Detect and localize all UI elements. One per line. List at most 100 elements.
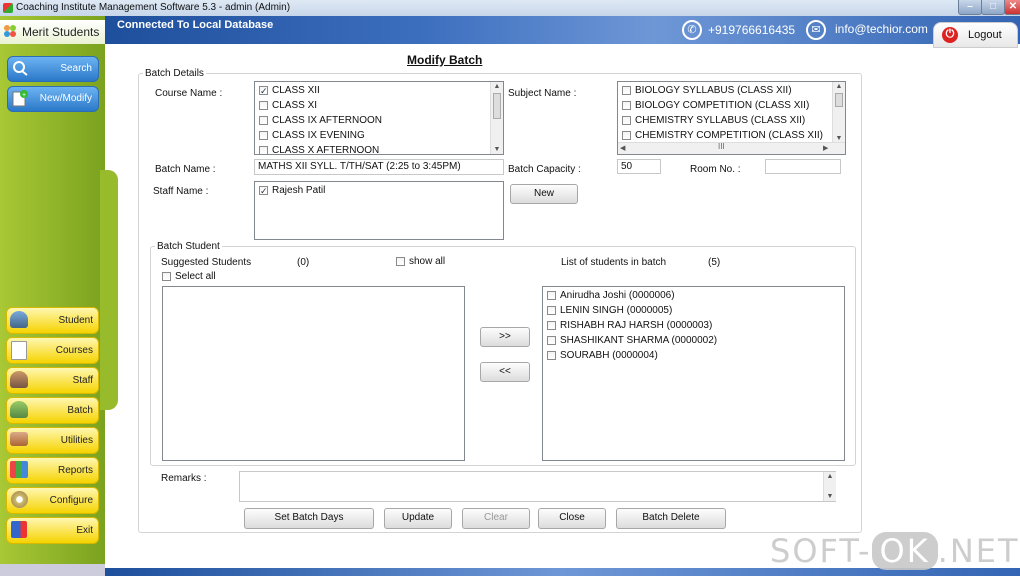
course-name-label: Course Name : xyxy=(155,88,223,99)
minimize-button[interactable]: – xyxy=(958,0,982,15)
checkbox-icon[interactable] xyxy=(162,271,171,281)
window-title-bar: Coaching Institute Management Software 5… xyxy=(0,0,1020,17)
sidebar-item-utilities[interactable]: Utilities xyxy=(6,427,99,454)
window-title: Coaching Institute Management Software 5… xyxy=(16,2,291,13)
search-button[interactable]: Search xyxy=(7,56,99,82)
new-staff-button[interactable]: New xyxy=(510,184,578,204)
student-item-label: RISHABH RAJ HARSH (0000003) xyxy=(560,320,713,331)
subject-hscrollbar[interactable]: ◀ III ▶ xyxy=(618,142,845,154)
batch-students-list[interactable]: Anirudha Joshi (0000006) LENIN SINGH (000… xyxy=(542,286,845,461)
checkbox-icon[interactable] xyxy=(547,305,556,315)
scroll-right-icon[interactable]: ▶ xyxy=(823,144,828,153)
checkbox-icon[interactable] xyxy=(396,256,405,266)
subject-item[interactable]: BIOLOGY COMPETITION (CLASS XII) xyxy=(618,98,845,113)
checkbox-icon[interactable] xyxy=(547,290,556,300)
checkbox-icon[interactable] xyxy=(259,184,268,199)
remove-from-batch-button[interactable]: << xyxy=(480,362,530,382)
student-item[interactable]: Anirudha Joshi (0000006) xyxy=(543,288,844,303)
checkbox-icon[interactable] xyxy=(259,100,268,110)
checkbox-icon[interactable] xyxy=(259,84,268,99)
course-scrollbar[interactable]: ▲ ▼ xyxy=(490,82,503,154)
batch-name-input[interactable]: MATHS XII SYLL. T/TH/SAT (2:25 to 3:45PM… xyxy=(254,159,504,175)
subject-list[interactable]: BIOLOGY SYLLABUS (CLASS XII) BIOLOGY COMP… xyxy=(617,81,846,155)
staff-list[interactable]: Rajesh Patil xyxy=(254,181,504,240)
batch-capacity-input[interactable]: 50 xyxy=(617,159,661,174)
course-item[interactable]: CLASS XI xyxy=(255,98,503,113)
scroll-down-icon[interactable]: ▼ xyxy=(491,145,503,154)
remarks-input[interactable] xyxy=(239,471,836,502)
course-item[interactable]: CLASS IX AFTERNOON xyxy=(255,113,503,128)
batch-delete-button[interactable]: Batch Delete xyxy=(616,508,726,529)
checkbox-icon[interactable] xyxy=(622,130,631,140)
sidebar-item-batch[interactable]: Batch xyxy=(6,397,99,424)
staff-item-label: Rajesh Patil xyxy=(272,185,326,196)
reports-icon xyxy=(10,461,28,478)
gear-icon xyxy=(11,491,28,508)
scroll-down-icon[interactable]: ▼ xyxy=(824,492,836,501)
course-item[interactable]: CLASS X AFTERNOON xyxy=(255,143,503,154)
checkbox-icon[interactable] xyxy=(622,85,631,95)
toolbox-icon xyxy=(10,432,28,446)
checkbox-icon[interactable] xyxy=(259,145,268,154)
add-to-batch-button[interactable]: >> xyxy=(480,327,530,347)
sidebar-item-courses[interactable]: Courses xyxy=(6,337,99,364)
scroll-thumb[interactable] xyxy=(493,93,501,119)
student-item[interactable]: LENIN SINGH (0000005) xyxy=(543,303,844,318)
checkbox-icon[interactable] xyxy=(259,130,268,140)
logo-icon xyxy=(4,25,16,37)
subject-item-label: BIOLOGY SYLLABUS (CLASS XII) xyxy=(635,85,792,96)
subject-item-label: CHEMISTRY SYLLABUS (CLASS XII) xyxy=(635,115,806,126)
scroll-up-icon[interactable]: ▲ xyxy=(833,82,845,91)
checkbox-icon[interactable] xyxy=(547,350,556,360)
sidebar-item-staff[interactable]: Staff xyxy=(6,367,99,394)
new-modify-button[interactable]: + New/Modify xyxy=(7,86,99,112)
close-button[interactable]: Close xyxy=(538,508,606,529)
sidebar-item-reports[interactable]: Reports xyxy=(6,457,99,484)
clear-button[interactable]: Clear xyxy=(462,508,530,529)
scroll-up-icon[interactable]: ▲ xyxy=(824,472,836,481)
subject-name-label: Subject Name : xyxy=(508,88,577,99)
search-icon xyxy=(13,61,28,76)
student-item[interactable]: SHASHIKANT SHARMA (0000002) xyxy=(543,333,844,348)
course-item[interactable]: CLASS IX EVENING xyxy=(255,128,503,143)
checkbox-icon[interactable] xyxy=(259,115,268,125)
staff-item[interactable]: Rajesh Patil xyxy=(255,183,503,199)
set-batch-days-button[interactable]: Set Batch Days xyxy=(244,508,374,529)
student-item[interactable]: RISHABH RAJ HARSH (0000003) xyxy=(543,318,844,333)
update-button[interactable]: Update xyxy=(384,508,452,529)
close-window-button[interactable]: ✕ xyxy=(1004,0,1020,15)
suggested-students-list[interactable] xyxy=(162,286,465,461)
show-all-checkbox[interactable]: show all xyxy=(396,255,445,267)
subject-item[interactable]: CHEMISTRY SYLLABUS (CLASS XII) xyxy=(618,113,845,128)
sidebar-item-configure[interactable]: Configure xyxy=(6,487,99,514)
brand-name: Merit Students xyxy=(22,25,100,39)
sidebar-item-student[interactable]: Student xyxy=(6,307,99,334)
hscroll-thumb[interactable]: III xyxy=(718,142,725,151)
remarks-scrollbar[interactable]: ▲ ▼ xyxy=(823,472,836,501)
scroll-left-icon[interactable]: ◀ xyxy=(620,144,625,153)
sidebar-item-label: Reports xyxy=(57,465,93,476)
scroll-up-icon[interactable]: ▲ xyxy=(491,82,503,91)
maximize-button[interactable]: □ xyxy=(981,0,1005,15)
select-all-checkbox[interactable]: Select all xyxy=(162,270,216,282)
logout-button[interactable]: ⏻ Logout xyxy=(933,22,1018,48)
subject-item[interactable]: BIOLOGY SYLLABUS (CLASS XII) xyxy=(618,83,845,98)
logout-label: Logout xyxy=(968,29,1002,41)
room-no-input[interactable] xyxy=(765,159,841,174)
student-item[interactable]: SOURABH (0000004) xyxy=(543,348,844,363)
course-list[interactable]: CLASS XII CLASS XI CLASS IX AFTERNOON CLASS… xyxy=(254,81,504,155)
batch-details-label: Batch Details xyxy=(143,68,206,79)
subject-scrollbar[interactable]: ▲ ▼ xyxy=(832,82,845,143)
checkbox-icon[interactable] xyxy=(622,115,631,125)
scroll-thumb[interactable] xyxy=(835,93,843,107)
watermark-left: SOFT- xyxy=(770,532,872,570)
checkbox-icon[interactable] xyxy=(622,100,631,110)
checkbox-icon[interactable] xyxy=(547,320,556,330)
student-item-label: LENIN SINGH (0000005) xyxy=(560,305,673,316)
sidebar-item-label: Courses xyxy=(55,345,93,356)
new-document-icon: + xyxy=(12,90,28,107)
checkbox-icon[interactable] xyxy=(547,335,556,345)
course-item[interactable]: CLASS XII xyxy=(255,83,503,99)
subject-item[interactable]: CHEMISTRY COMPETITION (CLASS XII) xyxy=(618,128,845,143)
sidebar-item-exit[interactable]: Exit xyxy=(6,517,99,544)
